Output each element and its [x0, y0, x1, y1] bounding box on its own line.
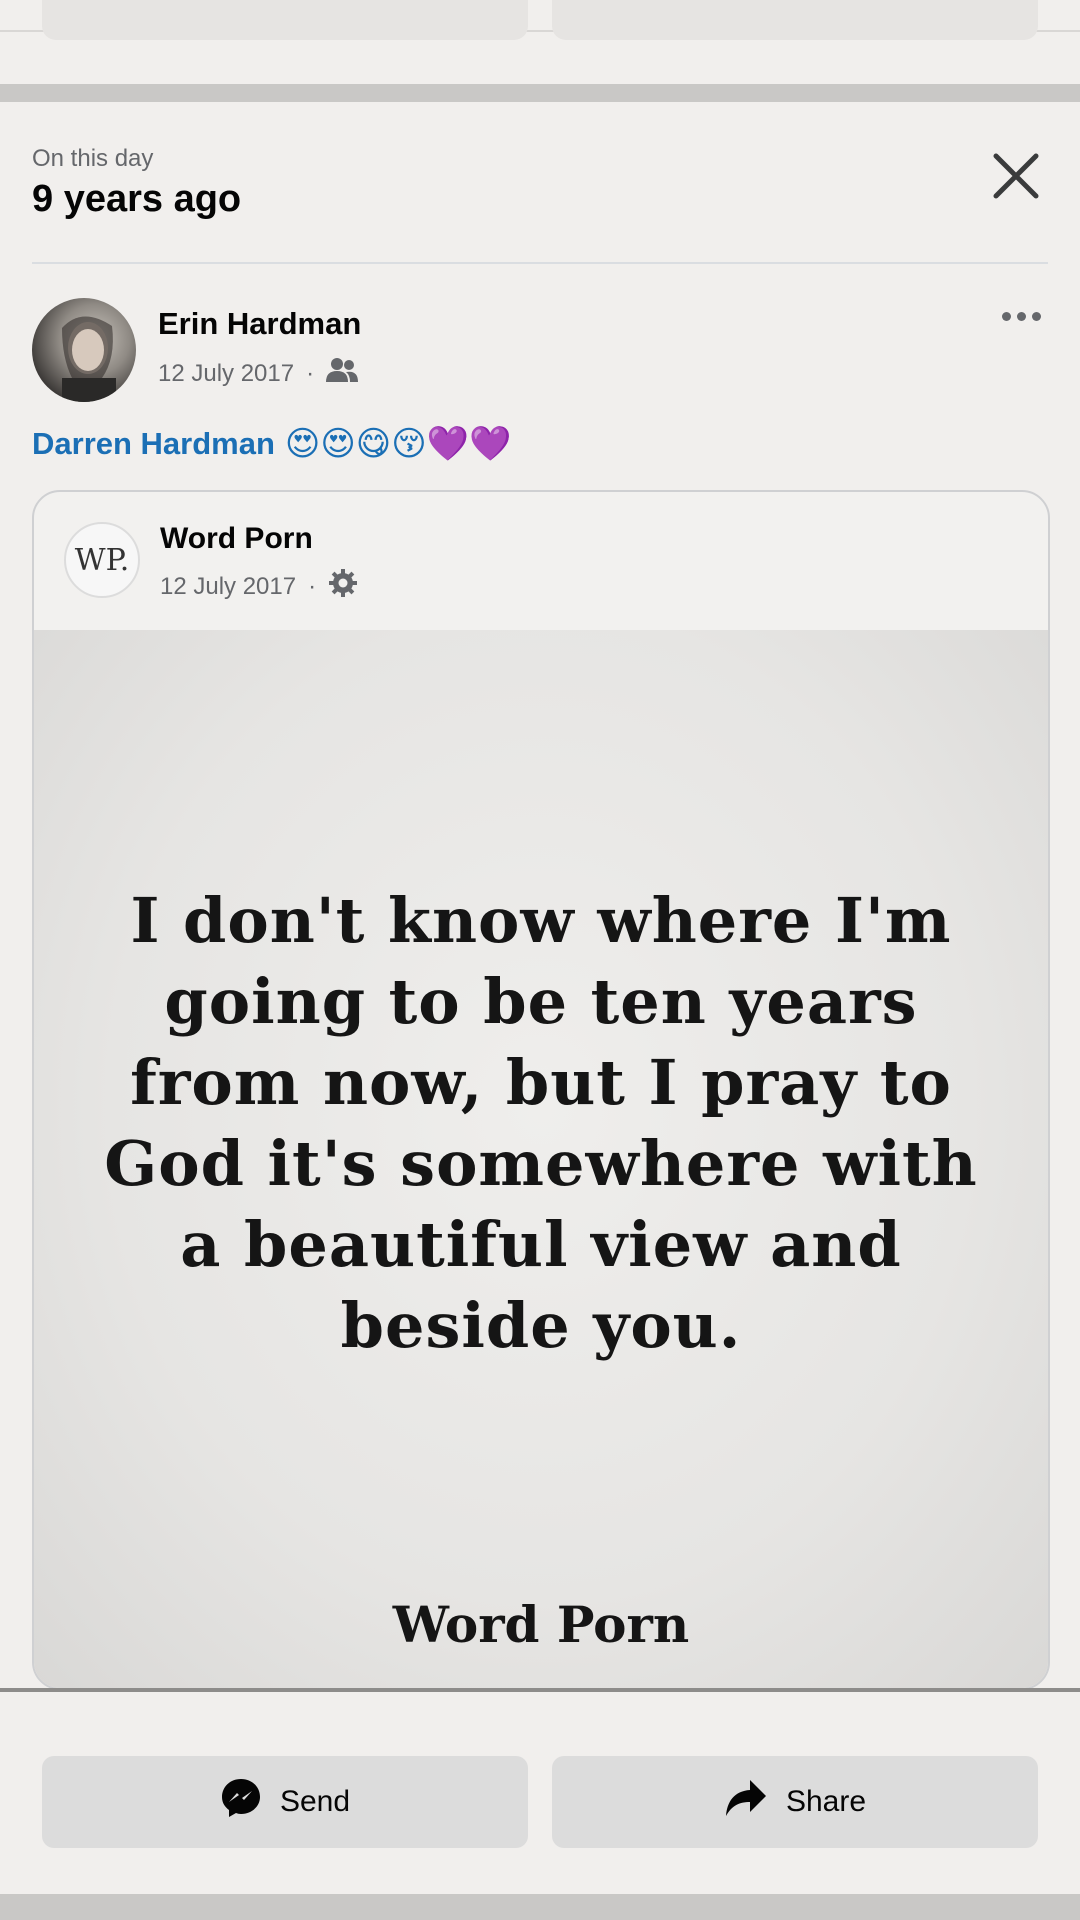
card-separator — [0, 84, 1080, 102]
quote-line: beside you. — [340, 1289, 742, 1362]
quote-image[interactable]: I don't know where I'm going to be ten y… — [34, 630, 1048, 1688]
quote-signature: Word Porn — [392, 1595, 690, 1654]
share-label: Share — [785, 1785, 867, 1818]
previous-share-button[interactable] — [552, 0, 1038, 40]
avatar[interactable] — [32, 298, 136, 402]
quote-text: I don't know where I'm going to be ten y… — [34, 880, 1048, 1366]
quote-line: going to be ten years — [164, 965, 918, 1038]
shared-post-date[interactable]: 12 July 2017 — [160, 573, 296, 601]
card-separator-bottom — [0, 1894, 1080, 1920]
share-arrow-icon — [724, 1778, 768, 1826]
quote-line: God it's somewhere with — [104, 1127, 978, 1200]
close-icon[interactable] — [990, 150, 1042, 202]
more-icon[interactable] — [1002, 308, 1047, 326]
post-bottom-divider — [0, 1688, 1080, 1692]
memory-label: On this day — [32, 145, 154, 172]
settings-icon — [328, 568, 358, 605]
quote-line: from now, but I pray to — [130, 1046, 952, 1119]
quote-line: I don't know where I'm — [130, 884, 952, 957]
shared-post-card[interactable]: WP. Word Porn 12 July 2017 · I don't kno… — [32, 490, 1050, 1690]
shared-post-meta: 12 July 2017 · — [160, 568, 358, 605]
post-author[interactable]: Erin Hardman — [158, 306, 361, 342]
memory-years-ago: 9 years ago — [32, 178, 242, 220]
quote-line: a beautiful view and — [180, 1208, 902, 1281]
tagged-friend-link[interactable]: Darren Hardman — [32, 426, 275, 462]
post-meta: 12 July 2017 · — [158, 356, 359, 391]
messenger-icon — [220, 1777, 262, 1827]
send-button[interactable]: Send — [42, 1756, 528, 1848]
shared-page-name[interactable]: Word Porn — [160, 522, 313, 556]
emoji-row: 😍😍😋😚💜💜 — [284, 425, 512, 463]
friends-icon — [326, 356, 359, 391]
post-date[interactable]: 12 July 2017 — [158, 360, 294, 388]
share-button[interactable]: Share — [552, 1756, 1038, 1848]
previous-send-button[interactable] — [42, 0, 528, 40]
meta-dot: · — [306, 359, 315, 387]
post-text: Darren Hardman 😍😍😋😚💜💜 — [32, 424, 511, 464]
meta-dot: · — [308, 572, 317, 600]
page-logo[interactable]: WP. — [64, 522, 140, 598]
header-divider — [32, 262, 1048, 264]
send-label: Send — [279, 1785, 351, 1818]
